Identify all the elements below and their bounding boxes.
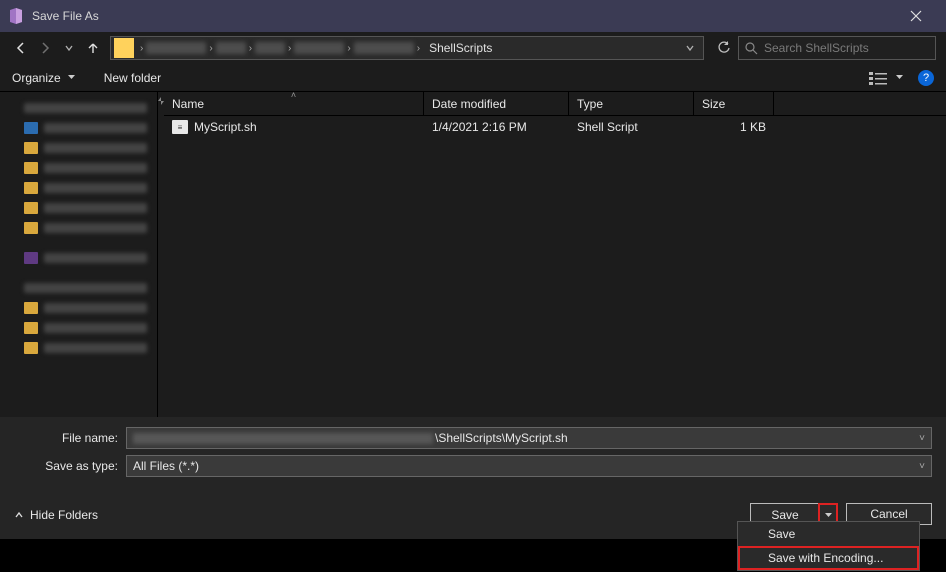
save-button-label: Save	[771, 508, 798, 522]
column-type-label: Type	[577, 97, 603, 111]
file-list[interactable]: ≡ MyScript.sh 1/4/2021 2:16 PM Shell Scr…	[164, 116, 946, 417]
menu-save-encoding-label: Save with Encoding...	[768, 551, 883, 565]
save-type-label: Save as type:	[14, 459, 126, 473]
chevron-down-icon	[67, 73, 76, 82]
file-row[interactable]: ≡ MyScript.sh 1/4/2021 2:16 PM Shell Scr…	[164, 116, 946, 138]
main-content: ˄ Name Date modified Type Size ≡ MyScrip…	[0, 92, 946, 417]
path-blurred	[133, 433, 433, 444]
navigation-bar: › › › › › › ShellScripts	[0, 32, 946, 64]
hide-folders-button[interactable]: Hide Folders	[14, 508, 98, 522]
sidebar-item[interactable]	[0, 138, 157, 158]
up-button[interactable]	[82, 37, 104, 59]
path-segment-blurred	[255, 42, 285, 54]
fields-area: File name: \ShellScripts\MyScript.sh ˅ S…	[0, 417, 946, 491]
path-segment-blurred	[294, 42, 344, 54]
file-name-value: \ShellScripts\MyScript.sh	[435, 431, 568, 445]
sidebar-item[interactable]	[0, 98, 157, 118]
column-header-size[interactable]: Size	[694, 92, 774, 115]
column-date-label: Date modified	[432, 97, 506, 111]
file-name: MyScript.sh	[194, 120, 257, 134]
chevron-down-icon[interactable]: ˅	[919, 461, 925, 472]
folder-icon	[114, 38, 134, 58]
close-button[interactable]	[894, 0, 938, 32]
chevron-down-icon[interactable]: ˅	[919, 433, 925, 444]
cancel-button-label: Cancel	[870, 507, 907, 521]
sidebar-item[interactable]	[0, 198, 157, 218]
chevron-right-icon: ›	[285, 43, 294, 54]
sidebar-item[interactable]	[0, 178, 157, 198]
window-title: Save File As	[32, 9, 894, 23]
file-area: ˄ Name Date modified Type Size ≡ MyScrip…	[164, 92, 946, 417]
sidebar-item[interactable]	[0, 318, 157, 338]
hide-folders-label: Hide Folders	[30, 508, 98, 522]
sidebar-item[interactable]	[0, 118, 157, 138]
chevron-up-icon	[14, 510, 24, 520]
save-dropdown-menu: Save Save with Encoding...	[737, 521, 920, 571]
chevron-down-icon[interactable]	[685, 43, 695, 53]
chevron-right-icon: ›	[206, 43, 215, 54]
sidebar-item[interactable]	[0, 218, 157, 238]
organize-label: Organize	[12, 71, 61, 85]
menu-item-save[interactable]: Save	[738, 522, 919, 546]
save-type-value: All Files (*.*)	[133, 459, 199, 473]
new-folder-label: New folder	[104, 71, 161, 85]
column-size-label: Size	[702, 97, 725, 111]
file-date: 1/4/2021 2:16 PM	[424, 120, 569, 134]
path-segment-blurred	[146, 42, 206, 54]
recent-locations-button[interactable]	[58, 37, 80, 59]
view-icon	[869, 71, 887, 85]
titlebar: Save File As	[0, 0, 946, 32]
path-segment-blurred	[354, 42, 414, 54]
new-folder-button[interactable]: New folder	[104, 71, 161, 85]
file-type: Shell Script	[569, 120, 694, 134]
column-header-date[interactable]: Date modified	[424, 92, 569, 115]
column-header-type[interactable]: Type	[569, 92, 694, 115]
toolbar: Organize New folder ?	[0, 64, 946, 92]
file-size: 1 KB	[694, 120, 774, 134]
chevron-right-icon: ›	[414, 43, 423, 54]
back-button[interactable]	[10, 37, 32, 59]
sidebar-item[interactable]	[0, 338, 157, 358]
file-name-input[interactable]: \ShellScripts\MyScript.sh ˅	[126, 427, 932, 449]
organize-button[interactable]: Organize	[12, 71, 76, 85]
refresh-button[interactable]	[712, 36, 736, 60]
search-icon	[745, 42, 758, 55]
column-name-label: Name	[172, 97, 204, 111]
chevron-right-icon: ›	[137, 43, 146, 54]
chevron-right-icon: ›	[344, 43, 353, 54]
menu-item-save-with-encoding[interactable]: Save with Encoding...	[738, 546, 919, 570]
file-name-label: File name:	[14, 431, 126, 445]
column-header-name[interactable]: ˄ Name	[164, 92, 424, 115]
sort-asc-icon: ˄	[291, 90, 296, 100]
chevron-right-icon: ›	[246, 43, 255, 54]
search-box[interactable]	[738, 36, 936, 60]
sidebar-item[interactable]	[0, 248, 157, 268]
sidebar[interactable]	[0, 92, 158, 417]
chevron-down-icon	[895, 73, 904, 82]
file-list-header: ˄ Name Date modified Type Size	[164, 92, 946, 116]
file-icon: ≡	[172, 120, 188, 134]
help-button[interactable]: ?	[918, 70, 934, 86]
sidebar-item[interactable]	[0, 278, 157, 298]
path-segment-blurred	[216, 42, 246, 54]
search-input[interactable]	[764, 41, 929, 55]
view-options[interactable]	[869, 71, 904, 85]
menu-save-label: Save	[768, 527, 795, 541]
sidebar-item[interactable]	[0, 298, 157, 318]
path-segment-current[interactable]: ShellScripts	[423, 41, 498, 55]
address-bar[interactable]: › › › › › › ShellScripts	[110, 36, 704, 60]
sidebar-item[interactable]	[0, 158, 157, 178]
app-logo-icon	[8, 8, 24, 24]
save-type-select[interactable]: All Files (*.*) ˅	[126, 455, 932, 477]
forward-button[interactable]	[34, 37, 56, 59]
